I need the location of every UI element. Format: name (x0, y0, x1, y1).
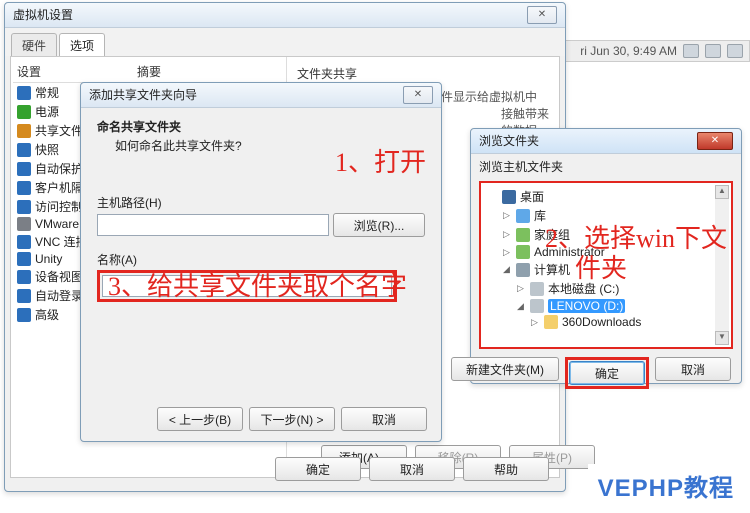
new-folder-button[interactable]: 新建文件夹(M) (451, 357, 559, 381)
settings-tabs: 硬件 选项 (5, 28, 565, 56)
close-icon[interactable]: ✕ (527, 6, 557, 24)
cancel-button[interactable]: 取消 (655, 357, 731, 381)
option-icon (17, 217, 31, 231)
option-icon (17, 124, 31, 138)
wizard-titlebar[interactable]: 添加共享文件夹向导 ✕ (81, 83, 441, 108)
scroll-down-icon[interactable]: ▼ (715, 331, 729, 345)
next-button[interactable]: 下一步(N) > (249, 407, 335, 431)
annotation-2a: 2、选择win下文 (545, 218, 727, 255)
back-button[interactable]: < 上一步(B) (157, 407, 243, 431)
ok-button[interactable]: 确定 (569, 361, 645, 385)
tree-desktop[interactable]: 桌面 (487, 187, 725, 206)
tree-360downloads[interactable]: ▷360Downloads (529, 314, 725, 330)
vm-settings-title: 虚拟机设置 (13, 3, 73, 27)
tray-icon (683, 44, 699, 58)
browse-caption: 浏览主机文件夹 (471, 154, 741, 175)
option-icon (17, 86, 31, 100)
shared-folder-wizard: 添加共享文件夹向导 ✕ 命名共享文件夹 如何命名此共享文件夹? 主机路径(H) … (80, 82, 442, 442)
tab-options[interactable]: 选项 (59, 33, 105, 57)
option-icon (17, 252, 31, 266)
wizard-title: 添加共享文件夹向导 (89, 83, 197, 107)
option-icon (17, 105, 31, 119)
cancel-button[interactable]: 取消 (369, 457, 455, 481)
tree-scrollbar[interactable]: ▲ ▼ (715, 185, 729, 345)
annotation-2b: 件夹 (575, 248, 627, 285)
vm-settings-titlebar[interactable]: 虚拟机设置 ✕ (5, 3, 565, 28)
tray-icon (727, 44, 743, 58)
browse-button[interactable]: 浏览(R)... (333, 213, 425, 237)
tab-hardware[interactable]: 硬件 (11, 33, 57, 57)
option-icon (17, 270, 31, 284)
browse-titlebar[interactable]: 浏览文件夹 ✕ (471, 129, 741, 154)
gnome-top-bar: ri Jun 30, 9:49 AM (546, 40, 750, 62)
clock-text: ri Jun 30, 9:49 AM (580, 44, 677, 58)
option-icon (17, 289, 31, 303)
option-icon (17, 143, 31, 157)
scroll-up-icon[interactable]: ▲ (715, 185, 729, 199)
col-device: 设置 (17, 63, 137, 80)
option-icon (17, 308, 31, 322)
tree-drive-d[interactable]: ◢LENOVO (D:) (515, 298, 725, 314)
section-title: 文件夹共享 (297, 65, 549, 82)
tray-icon (705, 44, 721, 58)
close-icon[interactable]: ✕ (697, 132, 733, 150)
browse-title: 浏览文件夹 (479, 129, 539, 153)
option-icon (17, 200, 31, 214)
wizard-heading: 命名共享文件夹 (97, 118, 425, 135)
option-icon (17, 235, 31, 249)
close-icon[interactable]: ✕ (403, 86, 433, 104)
host-path-input[interactable] (97, 214, 329, 236)
cancel-button[interactable]: 取消 (341, 407, 427, 431)
annotation-1: 1、打开 (335, 142, 426, 179)
annotation-3: 3、给共享文件夹取个名字 (108, 266, 407, 303)
ok-button[interactable]: 确定 (275, 457, 361, 481)
host-path-label: 主机路径(H) (97, 194, 425, 211)
watermark: VEPHP教程 (588, 464, 744, 507)
option-icon (17, 181, 31, 195)
col-summary: 摘要 (137, 63, 161, 80)
option-icon (17, 162, 31, 176)
help-button[interactable]: 帮助 (463, 457, 549, 481)
